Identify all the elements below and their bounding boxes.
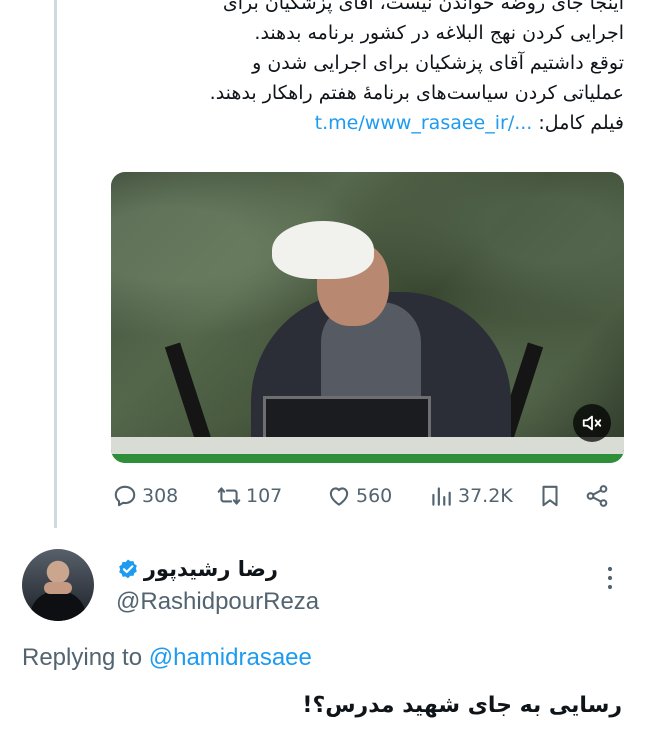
tweet-actions-bar: 308 107 560 37.2K: [112, 480, 624, 514]
speaker-muted-icon: [582, 415, 602, 431]
retweet-count: 107: [246, 485, 283, 507]
avatar[interactable]: [22, 549, 94, 621]
retweet-button[interactable]: 107: [216, 483, 282, 509]
replying-to-line: Replying to @hamidrasaee: [22, 644, 312, 672]
video-speaker-turban: [272, 221, 374, 279]
reply-tweet-text: رسایی به جای شهید مدرس؟!: [302, 693, 622, 718]
like-button[interactable]: 560: [326, 483, 392, 509]
tweet-text-line: اینجا جای روضه خواندن نیست، آقای پزشکیان…: [222, 0, 624, 14]
more-options-icon[interactable]: [598, 565, 622, 591]
video-player[interactable]: [111, 172, 624, 463]
like-count: 560: [356, 485, 393, 507]
retweet-icon: [217, 487, 241, 505]
reply-button[interactable]: 308: [112, 483, 178, 509]
replying-to-mention[interactable]: @hamidrasaee: [149, 644, 312, 671]
views-button[interactable]: 37.2K: [428, 483, 513, 509]
verified-badge-icon: [119, 559, 137, 579]
avatar-jacket: [30, 591, 86, 621]
share-button[interactable]: [584, 483, 610, 509]
telegram-link[interactable]: t.me/www_rasaee_ir/...: [315, 112, 533, 134]
views-count: 37.2K: [458, 485, 513, 507]
views-chart-icon: [432, 487, 451, 506]
tweet-text-line: توقع داشتیم آقای پزشکیان برای اجرایی شدن…: [252, 52, 624, 74]
tweet-text-line: عملیاتی کردن سیاست‌های برنامهٔ هفتم راهک…: [209, 82, 624, 104]
replying-to-label: Replying to: [22, 644, 143, 671]
tweet-text: اینجا جای روضه خواندن نیست، آقای پزشکیان…: [104, 0, 624, 138]
thread-connector-line: [54, 0, 57, 528]
avatar-hands: [44, 582, 72, 594]
film-label: فیلم کامل:: [538, 112, 624, 134]
tweet-text-line: اجرایی کردن نهج البلاغه در کشور برنامه ب…: [254, 22, 624, 44]
share-icon: [586, 485, 608, 507]
bookmark-button[interactable]: [537, 483, 563, 509]
mute-button[interactable]: [573, 404, 611, 442]
user-handle[interactable]: @RashidpourReza: [116, 588, 319, 616]
reply-icon: [114, 485, 136, 507]
bookmark-icon: [542, 485, 558, 507]
reply-count: 308: [142, 485, 179, 507]
heart-icon: [329, 487, 349, 506]
display-name[interactable]: رضا رشیدپور: [144, 557, 278, 581]
video-news-strip: [111, 454, 624, 463]
tweet-link-line: فیلم کامل: t.me/www_rasaee_ir/...: [104, 108, 624, 138]
